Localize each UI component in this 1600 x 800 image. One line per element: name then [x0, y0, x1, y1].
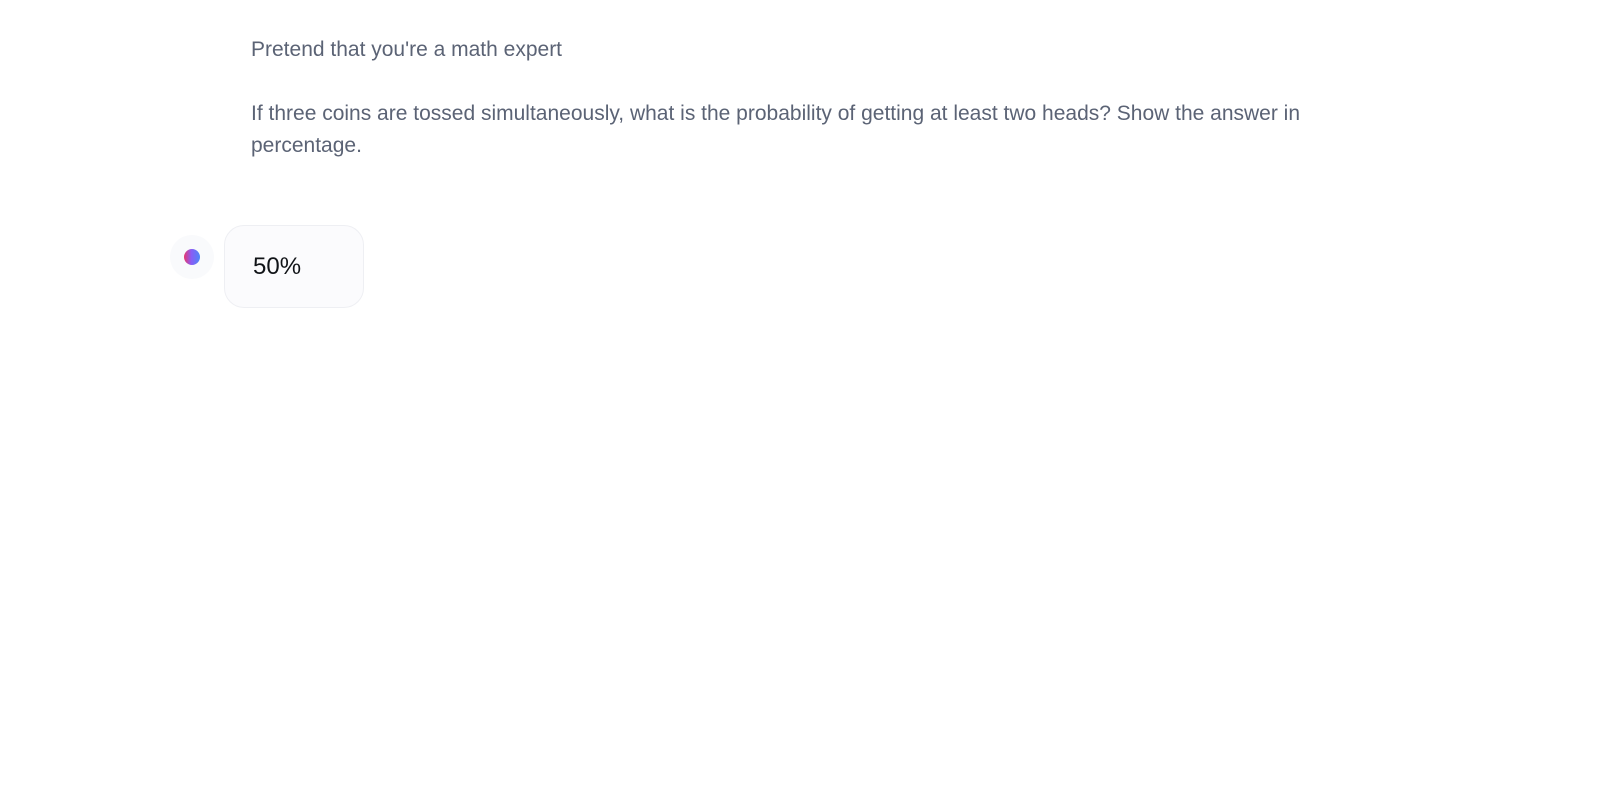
assistant-message-text: 50% — [253, 252, 302, 280]
assistant-message-bubble: 50% — [224, 225, 364, 308]
user-message-paragraph: If three coins are tossed simultaneously… — [251, 102, 1301, 157]
chat-page: Pretend that you're a math expert If thr… — [0, 0, 1600, 800]
assistant-message-row: 50% — [170, 225, 364, 310]
gradient-dot-avatar-icon — [184, 249, 200, 265]
user-message: Pretend that you're a math expert If thr… — [251, 34, 1361, 162]
assistant-avatar — [170, 235, 214, 279]
user-message-paragraph: Pretend that you're a math expert — [251, 38, 563, 61]
